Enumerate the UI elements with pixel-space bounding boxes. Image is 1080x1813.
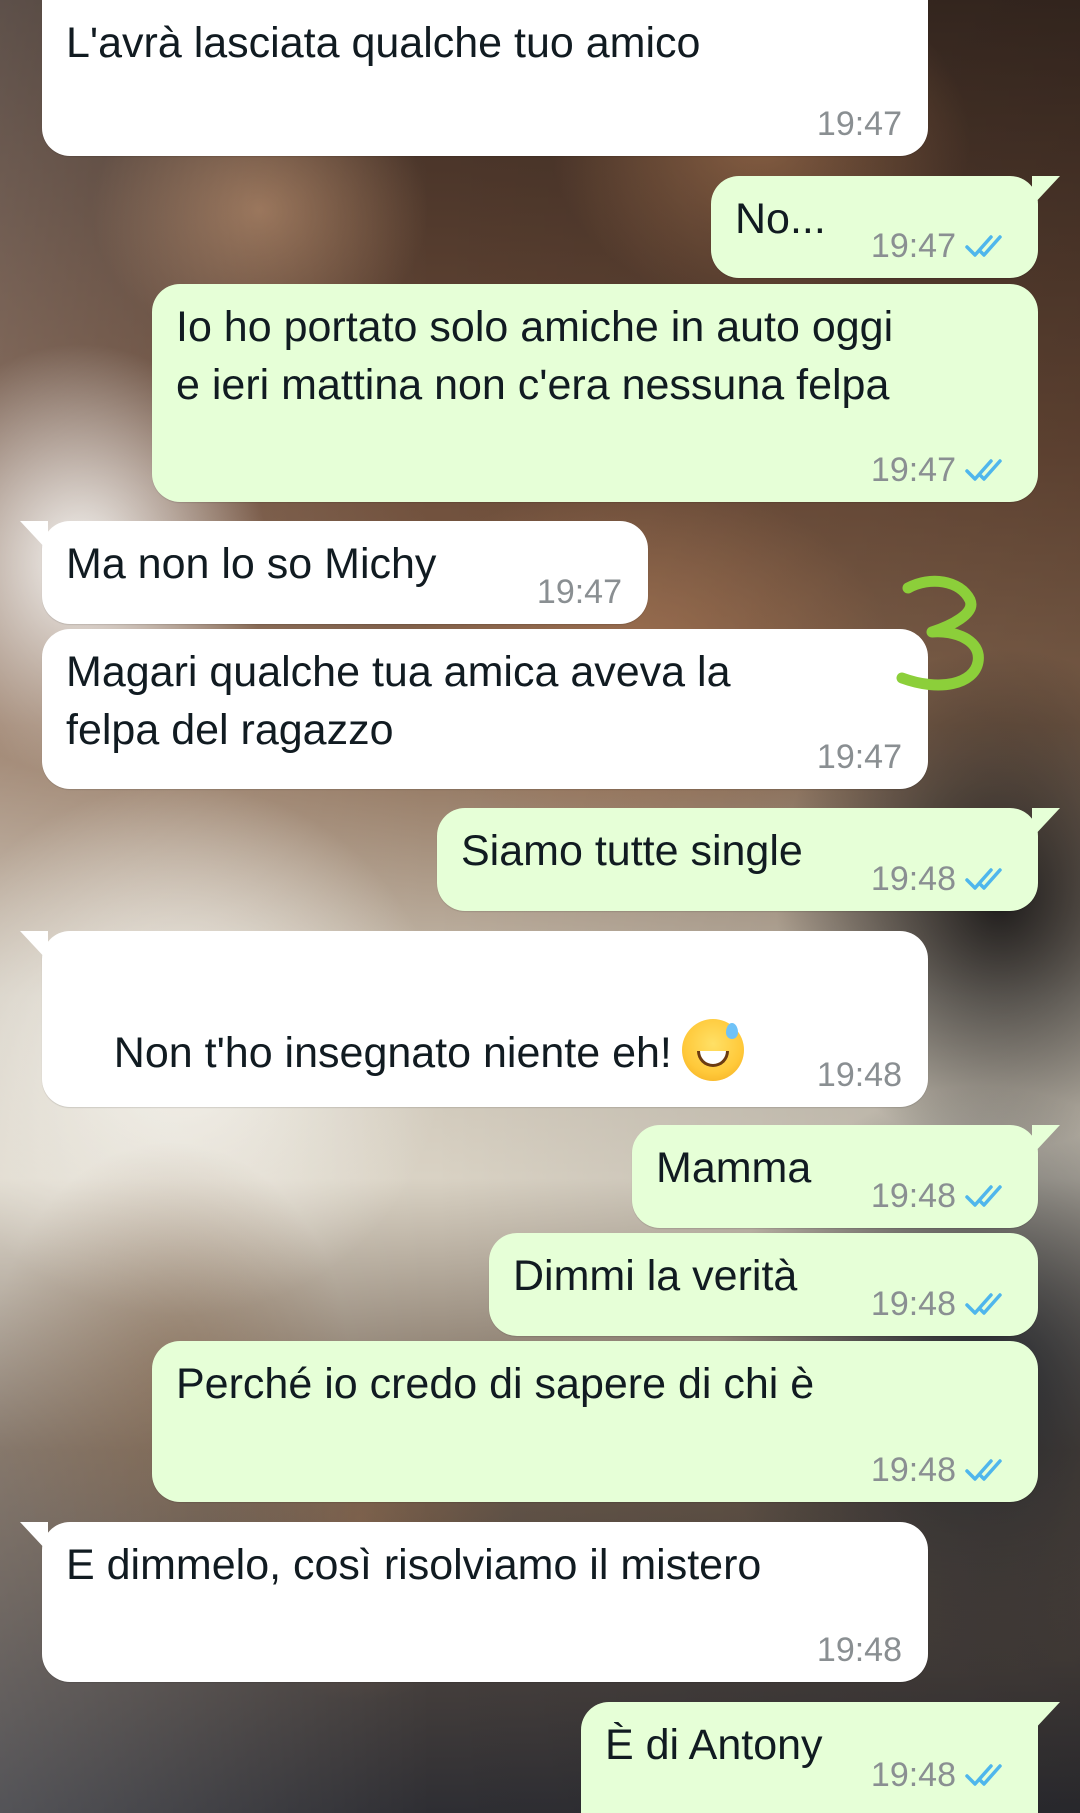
message-meta: 19:48 <box>817 1630 902 1670</box>
message-time: 19:47 <box>870 451 956 489</box>
double-check-icon <box>965 1185 1002 1207</box>
message-text: Perché io credo di sapere di chi è <box>176 1360 815 1408</box>
incoming-message[interactable]: Magari qualche tua amica aveva la felpa … <box>42 629 928 789</box>
message-text-row: Non t'ho insegnato niente eh! <box>66 961 906 1140</box>
message-meta: 19:47 <box>817 104 902 144</box>
bubble-tail <box>1032 1125 1060 1155</box>
incoming-message[interactable]: Non t'ho insegnato niente eh! 19:48 <box>20 931 928 1107</box>
hand-drawn-three-doodle <box>896 575 984 691</box>
bubble-tail <box>1032 176 1060 206</box>
message-time: 19:47 <box>870 227 956 265</box>
double-check-icon <box>965 459 1002 481</box>
incoming-message[interactable]: L'avrà lasciata qualche tuo amico 19:47 <box>42 0 928 156</box>
message-time: 19:47 <box>816 738 902 776</box>
message-time: 19:48 <box>870 1285 956 1323</box>
outgoing-message[interactable]: Siamo tutte single 19:48 <box>437 808 1060 911</box>
message-meta: 19:48 <box>871 1755 1012 1795</box>
message-time: 19:47 <box>536 573 622 611</box>
message-time: 19:48 <box>870 1756 956 1794</box>
double-check-icon <box>965 1764 1002 1786</box>
message-text: Non t'ho insegnato niente eh! <box>113 1029 672 1077</box>
message-meta: 19:48 <box>871 859 1012 899</box>
bubble-tail <box>20 1522 48 1552</box>
message-time: 19:48 <box>816 1631 902 1669</box>
message-meta: 19:48 <box>871 1176 1012 1216</box>
outgoing-message[interactable]: No... 19:47 <box>711 176 1060 278</box>
message-time: 19:48 <box>870 1451 956 1489</box>
double-check-icon <box>965 1459 1002 1481</box>
double-check-icon <box>965 868 1002 890</box>
outgoing-message[interactable]: Io ho portato solo amiche in auto oggi e… <box>152 284 1038 502</box>
message-meta: 19:48 <box>871 1450 1012 1490</box>
message-meta: 19:47 <box>817 737 902 777</box>
incoming-message[interactable]: Ma non lo so Michy 19:47 <box>20 521 648 624</box>
outgoing-message[interactable]: Dimmi la verità 19:48 <box>489 1233 1038 1336</box>
message-time: 19:48 <box>816 1056 902 1094</box>
outgoing-message[interactable]: È di Antony 19:48 <box>581 1702 1060 1813</box>
bubble-tail <box>1032 808 1060 838</box>
message-meta: 19:47 <box>537 572 622 612</box>
message-meta: 19:47 <box>871 226 1012 266</box>
message-time: 19:48 <box>870 860 956 898</box>
message-time: 19:48 <box>870 1177 956 1215</box>
grinning-face-with-sweat-emoji <box>681 1019 744 1081</box>
outgoing-message[interactable]: Perché io credo di sapere di chi è 19:48 <box>152 1341 1038 1502</box>
message-meta: 19:48 <box>871 1284 1012 1324</box>
double-check-icon <box>965 1293 1002 1315</box>
outgoing-message[interactable]: Mamma 19:48 <box>632 1125 1060 1228</box>
message-text: E dimmelo, così risolviamo il mistero <box>66 1541 762 1589</box>
bubble-tail <box>20 931 48 961</box>
message-meta: 19:47 <box>871 450 1012 490</box>
message-text: Magari qualche tua amica aveva la felpa … <box>66 648 731 754</box>
message-time: 19:47 <box>816 105 902 143</box>
message-text: Io ho portato solo amiche in auto oggi e… <box>176 303 894 409</box>
incoming-message[interactable]: E dimmelo, così risolviamo il mistero 19… <box>20 1522 928 1682</box>
bubble-tail <box>20 521 48 551</box>
bubble-tail <box>1032 1702 1060 1732</box>
message-meta: 19:48 <box>817 1055 902 1095</box>
double-check-icon <box>965 235 1002 257</box>
message-text: L'avrà lasciata qualche tuo amico <box>66 19 701 67</box>
